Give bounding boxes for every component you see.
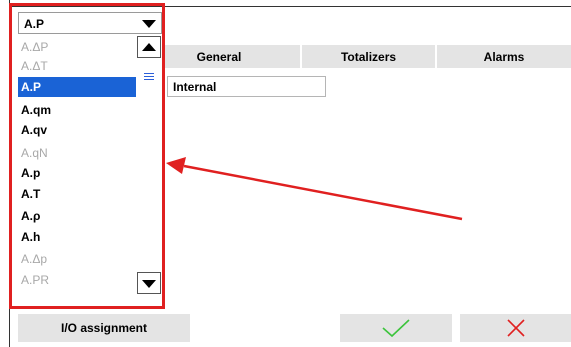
cancel-button[interactable] [460,314,571,342]
confirm-button[interactable] [340,314,452,342]
io-assignment-button[interactable]: I/O assignment [18,314,190,342]
check-icon [382,319,410,338]
close-icon [506,319,525,337]
annotation-arrow-icon [166,157,463,221]
